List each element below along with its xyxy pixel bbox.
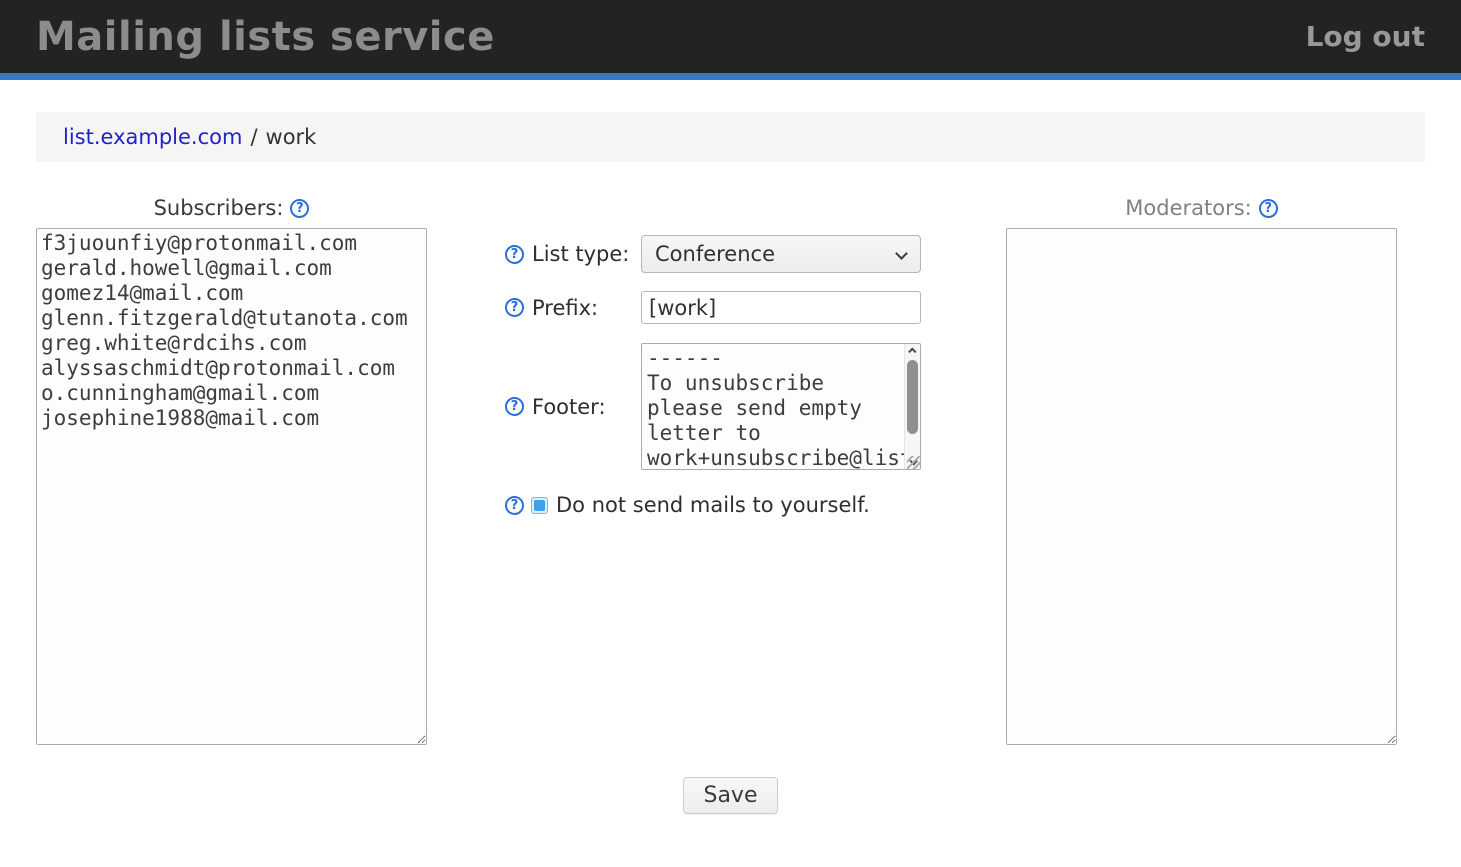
self-mail-checkbox[interactable]	[531, 497, 548, 514]
footer-label: Footer:	[532, 395, 606, 419]
list-type-lead: ? List type:	[505, 242, 641, 266]
breadcrumb-separator: /	[250, 125, 257, 149]
moderators-textarea[interactable]	[1006, 228, 1397, 745]
breadcrumb-current: work	[266, 125, 317, 149]
footer-row: ? Footer: ------ To unsubscribe please s…	[505, 343, 921, 470]
prefix-label: Prefix:	[532, 296, 598, 320]
main-content: Subscribers: ? f3juounfiy@protonmail.com…	[36, 196, 1425, 749]
scroll-up-button[interactable]	[905, 344, 920, 358]
help-icon[interactable]: ?	[505, 397, 524, 416]
save-row: Save	[0, 777, 1461, 814]
resize-handle[interactable]	[907, 456, 920, 469]
prefix-lead: ? Prefix:	[505, 296, 641, 320]
prefix-input[interactable]	[641, 291, 921, 324]
moderators-column: Moderators: ?	[1006, 196, 1397, 749]
checkbox-checked-mark	[534, 500, 545, 511]
self-mail-label[interactable]: Do not send mails to yourself.	[556, 493, 870, 517]
footer-textarea-wrap: ------ To unsubscribe please send empty …	[641, 343, 921, 470]
chevron-up-icon	[908, 347, 916, 355]
moderators-label: Moderators:	[1125, 196, 1251, 220]
footer-lead: ? Footer:	[505, 395, 641, 419]
chevron-down-icon	[895, 247, 908, 260]
accent-bar	[0, 73, 1461, 80]
help-icon[interactable]: ?	[505, 496, 524, 515]
subscribers-textarea[interactable]: f3juounfiy@protonmail.com gerald.howell@…	[36, 228, 427, 745]
app-header: Mailing lists service Log out	[0, 0, 1461, 73]
app-title: Mailing lists service	[36, 14, 495, 60]
breadcrumb-domain-link[interactable]: list.example.com	[63, 125, 242, 149]
vertical-scrollbar[interactable]	[904, 344, 920, 469]
list-type-select[interactable]: Conference	[641, 235, 921, 273]
subscribers-label: Subscribers:	[154, 196, 284, 220]
breadcrumb: list.example.com / work	[36, 112, 1425, 162]
moderators-header: Moderators: ?	[1006, 196, 1397, 220]
prefix-row: ? Prefix:	[505, 291, 921, 324]
subscribers-column: Subscribers: ? f3juounfiy@protonmail.com…	[36, 196, 427, 749]
list-type-label: List type:	[532, 242, 629, 266]
subscribers-header: Subscribers: ?	[36, 196, 427, 220]
list-type-selected-value: Conference	[655, 242, 775, 266]
scrollbar-thumb[interactable]	[907, 360, 918, 434]
logout-link[interactable]: Log out	[1306, 20, 1425, 53]
save-button[interactable]: Save	[683, 777, 777, 814]
help-icon[interactable]: ?	[290, 199, 309, 218]
help-icon[interactable]: ?	[1259, 199, 1278, 218]
help-icon[interactable]: ?	[505, 298, 524, 317]
help-icon[interactable]: ?	[505, 245, 524, 264]
self-mail-row: ? Do not send mails to yourself.	[505, 493, 921, 517]
list-type-row: ? List type: Conference	[505, 235, 921, 273]
footer-textarea[interactable]: ------ To unsubscribe please send empty …	[641, 343, 921, 470]
list-settings-form: ? List type: Conference ? Prefix: ? Foot…	[505, 196, 921, 517]
